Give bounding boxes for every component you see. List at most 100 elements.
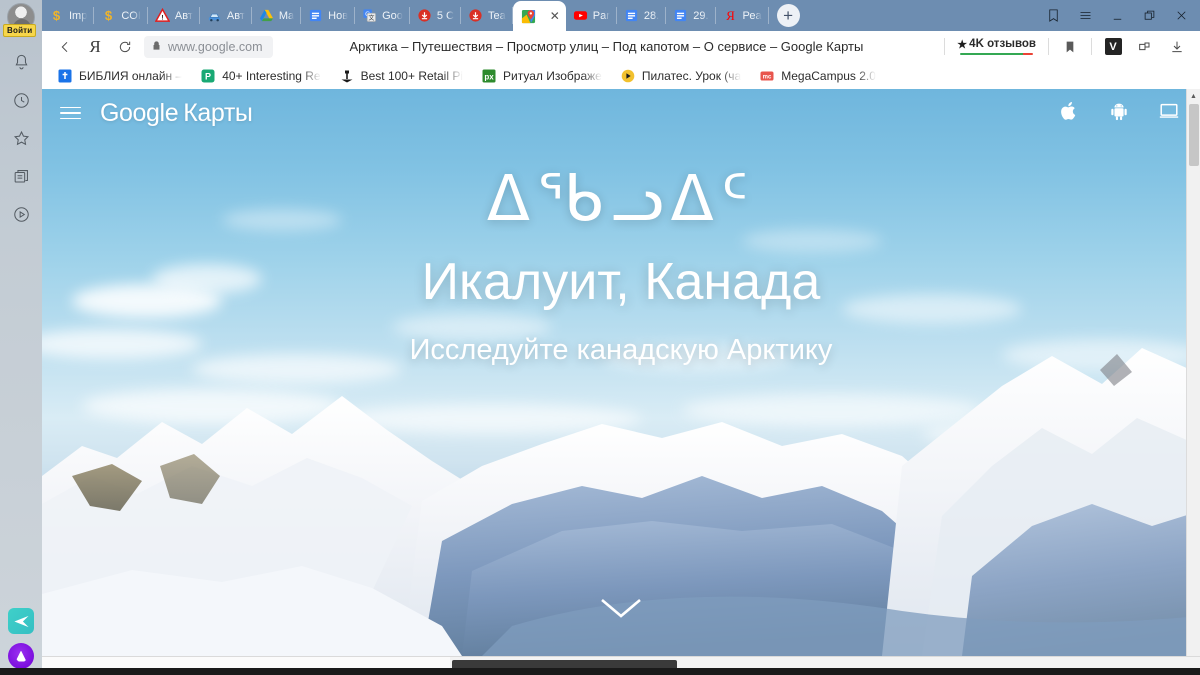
svg-text:Я: Я <box>726 8 735 23</box>
bookmark-label: 40+ Interesting Re <box>222 69 320 83</box>
minimize-icon[interactable] <box>1102 0 1132 31</box>
account-avatar-area[interactable]: Войти <box>0 2 42 42</box>
scroll-down-chevron-icon[interactable] <box>598 594 644 627</box>
play-yellow-icon <box>620 68 636 84</box>
bookmark-label: MegaCampus 2.0 <box>781 69 876 83</box>
dollar-icon: $ <box>49 8 64 23</box>
tab-google-maps-active[interactable]: ✕ <box>513 1 566 31</box>
tab-5c[interactable]: 5 С <box>410 0 461 31</box>
extensions-icon[interactable] <box>1130 34 1160 60</box>
bookmark-item[interactable]: mc MegaCampus 2.0 <box>750 68 885 84</box>
bookmark-label: БИБЛИЯ онлайн – <box>79 69 182 83</box>
google-translate-icon: G文 <box>362 8 377 23</box>
tab-label: COI <box>121 10 141 22</box>
car-icon <box>207 8 222 23</box>
os-sidebar: Войти <box>0 0 42 675</box>
tab-label: Авт <box>175 10 193 22</box>
tabs-container: $ Imp $ COI ! Авт Авт Ma <box>42 0 800 31</box>
url-text: www.google.com <box>168 40 263 54</box>
tab-28[interactable]: 28. <box>617 0 666 31</box>
scroll-up-arrow[interactable]: ▲ <box>1187 89 1200 103</box>
send-plane-icon[interactable] <box>8 608 34 634</box>
layers-icon[interactable] <box>9 164 33 188</box>
clock-icon[interactable] <box>9 88 33 112</box>
tab-coi[interactable]: $ COI <box>94 0 148 31</box>
logo-maps: Карты <box>183 99 252 127</box>
tab-avt-1[interactable]: ! Авт <box>148 0 200 31</box>
play-circle-icon[interactable] <box>9 202 33 226</box>
bell-icon[interactable] <box>9 50 33 74</box>
os-sidebar-icons <box>9 50 33 226</box>
tab-nov[interactable]: Нов <box>301 0 355 31</box>
tab-label: Tea <box>488 10 506 22</box>
tab-tea[interactable]: Tea <box>461 0 513 31</box>
rating-text: 4K отзывов <box>969 38 1036 50</box>
page-vertical-scrollbar[interactable]: ▲ <box>1186 89 1200 656</box>
yandex-icon: Я <box>723 8 738 23</box>
web-content: GoogleКарты ᐃᖃᓗᐃᑦ Икалуит, Кан <box>42 89 1200 656</box>
tab-goo[interactable]: G文 Goo <box>355 0 410 31</box>
bookmark-item[interactable]: P 40+ Interesting Re <box>191 68 329 84</box>
tab-rea[interactable]: Я Реа <box>716 0 769 31</box>
maps-header: GoogleКарты <box>42 89 1200 137</box>
svg-text:!: ! <box>161 14 163 21</box>
mc-icon: mc <box>759 68 775 84</box>
lock-icon <box>151 38 162 56</box>
back-button[interactable] <box>50 34 80 60</box>
dollar-icon: $ <box>101 8 116 23</box>
browser-window: $ Imp $ COI ! Авт Авт Ma <box>42 0 1200 675</box>
os-sidebar-bottom <box>0 608 42 669</box>
reload-button[interactable] <box>110 34 140 60</box>
bookmark-label: Best 100+ Retail Pi <box>361 69 463 83</box>
bookmark-label: Пилатес. Урок (ча <box>642 69 741 83</box>
bookmark-item[interactable]: БИБЛИЯ онлайн – <box>48 68 191 84</box>
url-bar[interactable]: www.google.com <box>144 36 273 58</box>
bookmark-item[interactable]: Best 100+ Retail Pi <box>330 68 472 84</box>
address-bar-actions: ★ 4K отзывов V <box>940 34 1192 60</box>
svg-text:px: px <box>484 72 494 81</box>
rating-bar <box>960 53 1033 56</box>
tab-close-icon[interactable]: ✕ <box>550 10 560 22</box>
maps-logo[interactable]: GoogleКарты <box>100 99 252 128</box>
page-title: Арктика – Путешествия – Просмотр улиц – … <box>273 39 941 54</box>
download-red-icon <box>468 8 483 23</box>
rating-badge[interactable]: ★ 4K отзывов <box>951 38 1042 56</box>
tab-label: Ma <box>279 10 294 22</box>
tab-ma[interactable]: Ma <box>252 0 301 31</box>
bible-icon <box>57 68 73 84</box>
tab-label: 5 С <box>437 10 454 22</box>
google-maps-icon <box>521 9 536 24</box>
tab-avt-2[interactable]: Авт <box>200 0 252 31</box>
arctic-photo <box>42 89 1200 656</box>
youtube-icon <box>573 8 588 23</box>
downloads-icon[interactable] <box>1162 34 1192 60</box>
bookmark-label: Ритуал Изображе <box>503 69 602 83</box>
bookmark-item[interactable]: px Ритуал Изображе <box>472 68 611 84</box>
restore-icon[interactable] <box>1134 0 1164 31</box>
platform-icons <box>1058 99 1180 128</box>
divider <box>1048 38 1049 55</box>
vpn-button[interactable]: V <box>1098 34 1128 60</box>
pinterest-icon: P <box>200 68 216 84</box>
svg-text:mc: mc <box>763 75 772 81</box>
star-icon[interactable] <box>9 126 33 150</box>
bookmark-item[interactable]: Пилатес. Урок (ча <box>611 68 750 84</box>
apple-icon[interactable] <box>1058 99 1080 128</box>
reading-list-icon[interactable] <box>1038 0 1068 31</box>
purple-app-icon[interactable] <box>8 643 34 669</box>
menu-icon[interactable] <box>60 100 86 126</box>
scrollbar-thumb[interactable] <box>1189 104 1199 166</box>
android-icon[interactable] <box>1108 99 1130 128</box>
yandex-home-button[interactable]: Я <box>80 34 110 60</box>
tab-imp[interactable]: $ Imp <box>42 0 94 31</box>
menu-icon[interactable] <box>1070 0 1100 31</box>
desktop-icon[interactable] <box>1158 99 1180 128</box>
tab-par[interactable]: Par <box>566 0 617 31</box>
window-controls <box>1038 0 1196 31</box>
rating-row: ★ 4K отзывов <box>957 38 1036 51</box>
close-icon[interactable] <box>1166 0 1196 31</box>
tab-29[interactable]: 29. <box>666 0 715 31</box>
login-badge[interactable]: Войти <box>3 24 36 37</box>
new-tab-button[interactable]: + <box>777 4 800 27</box>
bookmark-icon[interactable] <box>1055 34 1085 60</box>
